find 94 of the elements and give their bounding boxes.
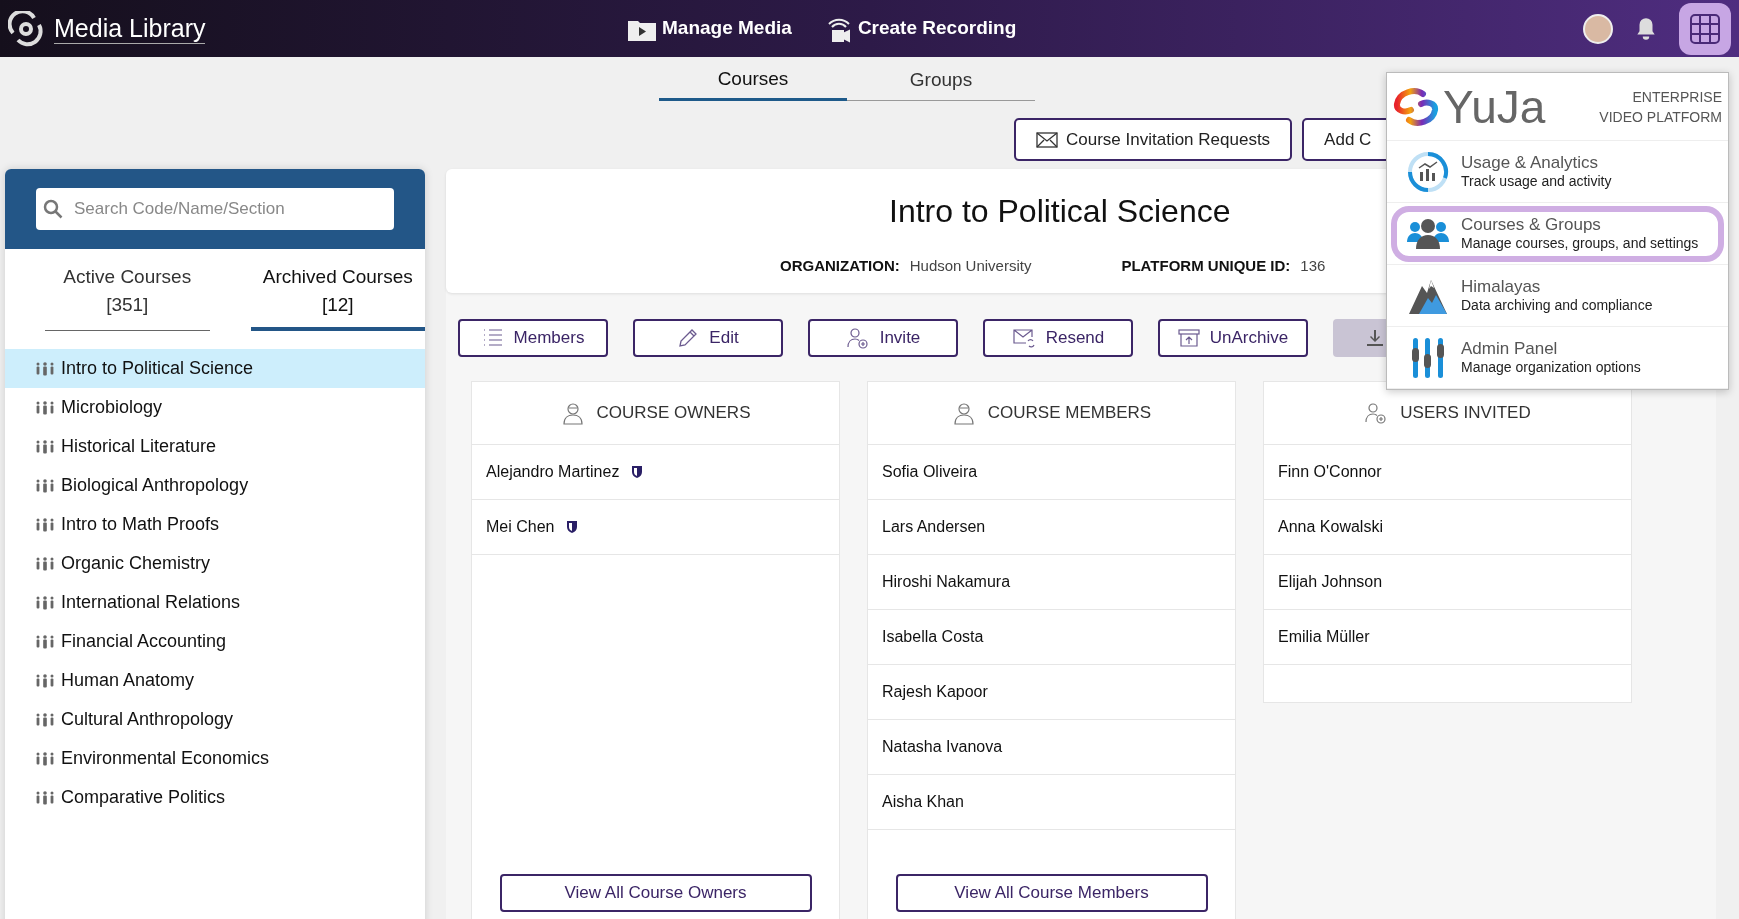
course-item[interactable]: Historical Literature bbox=[5, 427, 425, 466]
logo-icon bbox=[8, 10, 44, 47]
nav-link[interactable]: Manage Media bbox=[628, 14, 792, 43]
course-item[interactable]: Cultural Anthropology bbox=[5, 700, 425, 739]
brand-name: YuJa bbox=[1443, 83, 1546, 130]
archive-box-icon bbox=[1177, 328, 1200, 348]
shield-icon bbox=[566, 520, 579, 534]
course-item[interactable]: Intro to Math Proofs bbox=[5, 505, 425, 544]
tab[interactable]: Courses bbox=[659, 60, 847, 101]
person-name: Alejandro Martinez bbox=[486, 462, 620, 482]
course-item[interactable]: International Relations bbox=[5, 583, 425, 622]
search-field[interactable]: Search Code/Name/Section bbox=[36, 188, 394, 230]
menu-item-title: Courses & Groups bbox=[1461, 215, 1602, 234]
nav-link[interactable]: Create Recording bbox=[825, 14, 1017, 43]
menu-item-subtitle: Data archiving and compliance bbox=[1461, 295, 1653, 314]
menu-item[interactable]: Himalayas Data archiving and compliance bbox=[1391, 267, 1724, 324]
people-icon bbox=[35, 634, 55, 649]
people-icon bbox=[35, 439, 55, 454]
person-name: Anna Kowalski bbox=[1278, 517, 1383, 537]
mail-refresh-icon bbox=[1011, 327, 1036, 349]
course-item[interactable]: Microbiology bbox=[5, 388, 425, 427]
course-item[interactable]: Comparative Politics bbox=[5, 778, 425, 817]
course-title: Intro to Political Science bbox=[889, 192, 1231, 231]
column-title: USERS INVITED bbox=[1400, 402, 1531, 425]
course-item[interactable]: Environmental Economics bbox=[5, 739, 425, 778]
person-name: Elijah Johnson bbox=[1278, 572, 1383, 592]
course-item[interactable]: Intro to Political Science bbox=[5, 349, 425, 388]
person-name: Isabella Costa bbox=[882, 627, 984, 647]
view-all-button[interactable]: View All Course Owners bbox=[499, 874, 812, 912]
menu-item[interactable]: Courses & Groups Manage courses, groups, and settings bbox=[1391, 205, 1724, 262]
course-item[interactable]: Human Anatomy bbox=[5, 661, 425, 700]
course-item[interactable]: Biological Anthropology bbox=[5, 466, 425, 505]
action-button[interactable]: Invite bbox=[808, 319, 958, 357]
view-all-button[interactable]: View All Course Members bbox=[895, 874, 1208, 912]
toolbar-button[interactable]: Course Invitation Requests bbox=[1014, 118, 1293, 161]
menu-item[interactable]: Admin Panel Manage organization options bbox=[1391, 329, 1724, 386]
download-icon bbox=[1365, 328, 1385, 348]
people-icon bbox=[35, 712, 55, 727]
organization-label: ORGANIZATION: bbox=[780, 256, 900, 276]
action-button[interactable]: Edit bbox=[633, 319, 783, 357]
menu-item-title: Himalayas bbox=[1461, 277, 1542, 296]
course-item[interactable]: Financial Accounting bbox=[5, 622, 425, 661]
brand-logo-icon bbox=[1393, 87, 1439, 126]
grid-icon bbox=[1690, 13, 1720, 44]
people-icon bbox=[35, 361, 55, 376]
people-icon bbox=[35, 556, 55, 571]
person-name: Aisha Khan bbox=[882, 792, 964, 812]
search-icon bbox=[43, 199, 63, 219]
column-title: COURSE MEMBERS bbox=[987, 402, 1152, 425]
tab[interactable]: Groups bbox=[847, 60, 1035, 101]
person-name: Hiroshi Nakamura bbox=[882, 572, 1011, 592]
person-add-icon bbox=[845, 326, 870, 350]
action-button[interactable]: UnArchive bbox=[1158, 319, 1308, 357]
people-icon bbox=[35, 400, 55, 415]
sliders-icon bbox=[1409, 337, 1447, 378]
course-item[interactable]: Organic Chemistry bbox=[5, 544, 425, 583]
person-name: Finn O'Connor bbox=[1278, 462, 1382, 482]
people-icon bbox=[35, 478, 55, 493]
tab[interactable]: Active Courses [351] bbox=[45, 263, 210, 331]
action-button[interactable]: Resend bbox=[983, 319, 1133, 357]
person-icon bbox=[951, 401, 976, 425]
person-icon bbox=[560, 401, 585, 425]
person-name: Rajesh Kapoor bbox=[882, 682, 988, 702]
mail-icon bbox=[1036, 131, 1058, 148]
people-icon bbox=[35, 790, 55, 805]
list-icon bbox=[481, 328, 504, 348]
organization-value: Hudson University bbox=[909, 256, 1032, 276]
analytics-icon bbox=[1407, 150, 1449, 193]
people-icon bbox=[1407, 217, 1449, 250]
tab[interactable]: Archived Courses [12] bbox=[250, 263, 425, 331]
column-title: COURSE OWNERS bbox=[596, 402, 751, 425]
people-icon bbox=[35, 595, 55, 610]
id-value: 136 bbox=[1300, 256, 1326, 276]
person-name: Sofia Oliveira bbox=[882, 462, 978, 482]
menu-item-subtitle: Manage courses, groups, and settings bbox=[1461, 233, 1699, 252]
id-label: PLATFORM UNIQUE ID: bbox=[1121, 256, 1291, 276]
action-button[interactable]: Members bbox=[458, 319, 608, 357]
people-icon bbox=[35, 751, 55, 766]
avatar[interactable] bbox=[1583, 13, 1613, 44]
person-name: Natasha Ivanova bbox=[882, 737, 1003, 757]
menu-item-subtitle: Track usage and activity bbox=[1461, 171, 1612, 190]
person-name: Emilia Müller bbox=[1278, 627, 1370, 647]
person-name: Mei Chen bbox=[486, 517, 555, 537]
people-icon bbox=[35, 673, 55, 688]
shield-icon bbox=[631, 465, 644, 479]
person-add-icon bbox=[1364, 401, 1389, 425]
app-title[interactable]: Media Library bbox=[54, 13, 206, 44]
person-name: Lars Andersen bbox=[882, 517, 986, 537]
menu-item-title: Usage & Analytics bbox=[1461, 153, 1599, 172]
people-icon bbox=[35, 517, 55, 532]
menu-item-title: Admin Panel bbox=[1461, 339, 1559, 358]
brand-tagline: ENTERPRISE VIDEO PLATFORM bbox=[1598, 87, 1722, 127]
apps-button[interactable] bbox=[1679, 2, 1731, 55]
menu-item-subtitle: Manage organization options bbox=[1461, 357, 1641, 376]
